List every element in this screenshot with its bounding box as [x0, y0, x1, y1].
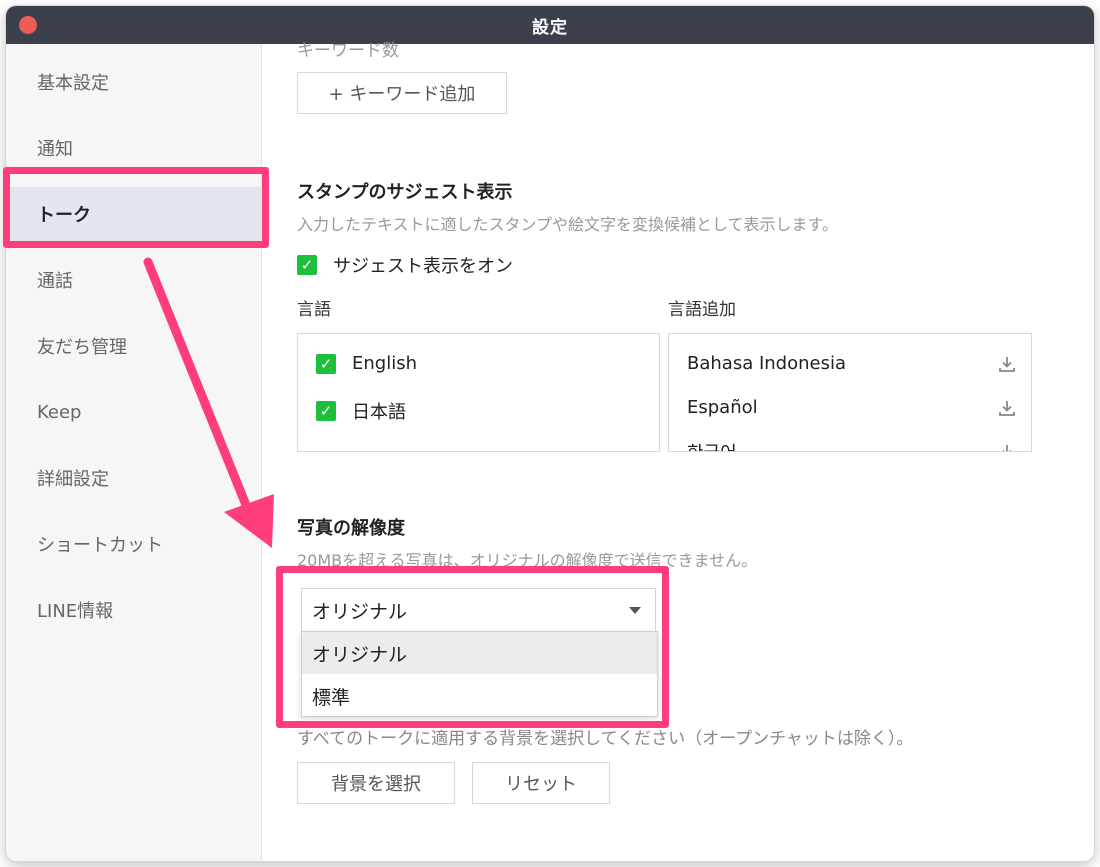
photo-resolution-title: 写真の解像度 — [297, 518, 405, 539]
sidebar-item-label: 友だち管理 — [37, 337, 127, 358]
language-item-english[interactable]: ✓ English — [316, 353, 417, 374]
download-icon[interactable] — [997, 442, 1017, 452]
language-name: 한국어 — [687, 439, 737, 451]
checkbox-checked-icon[interactable]: ✓ — [316, 401, 336, 421]
sidebar-item-basic[interactable]: 基本設定 — [6, 55, 262, 109]
language-list: ✓ English ✓ 日本語 — [297, 333, 660, 452]
sidebar-item-line-info[interactable]: LINE情報 — [6, 583, 262, 637]
reset-background-button[interactable]: リセット — [472, 762, 610, 804]
sidebar-item-shortcuts[interactable]: ショートカット — [6, 517, 262, 571]
sidebar-item-calls[interactable]: 通話 — [6, 253, 262, 307]
sidebar-item-keep[interactable]: Keep — [6, 385, 262, 439]
sidebar-item-label: 基本設定 — [37, 73, 109, 94]
download-icon[interactable] — [997, 398, 1017, 418]
language-name: 日本語 — [352, 402, 406, 423]
languages-label: 言語 — [297, 300, 331, 320]
language-name: Bahasa Indonesia — [687, 353, 846, 374]
title-bar: 設定 — [6, 6, 1094, 44]
highlight-box-resolution — [276, 566, 669, 728]
suggest-toggle[interactable]: ✓ サジェスト表示をオン — [297, 252, 513, 278]
sidebar-item-label: 通知 — [37, 139, 73, 160]
add-keyword-button[interactable]: + キーワード追加 — [297, 72, 507, 114]
keyword-count-text: キーワード数 — [297, 41, 399, 61]
available-language-item[interactable]: 한국어 — [687, 439, 1017, 452]
language-name: English — [352, 353, 417, 374]
download-icon[interactable] — [997, 354, 1017, 374]
sidebar-item-label: 詳細設定 — [37, 469, 109, 490]
sidebar-item-label: LINE情報 — [37, 601, 114, 622]
suggest-toggle-label: サジェスト表示をオン — [333, 256, 513, 277]
select-background-button[interactable]: 背景を選択 — [297, 762, 455, 804]
sticker-suggest-title: スタンプのサジェスト表示 — [297, 182, 513, 203]
highlight-box-talk — [3, 167, 269, 248]
available-language-item[interactable]: Español — [687, 397, 1017, 418]
available-language-item[interactable]: Bahasa Indonesia — [687, 353, 1017, 374]
window-title: 設定 — [532, 17, 568, 38]
close-button[interactable] — [19, 16, 37, 34]
sticker-suggest-description: 入力したテキストに適したスタンプや絵文字を変換候補として表示します。 — [297, 215, 838, 234]
sidebar-item-label: ショートカット — [37, 535, 163, 556]
available-language-list[interactable]: Bahasa Indonesia Español 한국어 — [668, 333, 1032, 452]
sidebar-item-friends[interactable]: 友だち管理 — [6, 319, 262, 373]
settings-window: 設定 基本設定 通知 トーク 通話 友だち管理 Keep 詳細設定 ショートカッ… — [6, 6, 1094, 861]
add-languages-label: 言語追加 — [668, 300, 736, 320]
sidebar-item-label: Keep — [37, 401, 82, 423]
talk-settings-pane[interactable]: キーワード数 + キーワード追加 スタンプのサジェスト表示 入力したテキストに適… — [263, 41, 1094, 861]
sidebar-item-advanced[interactable]: 詳細設定 — [6, 451, 262, 505]
language-item-japanese[interactable]: ✓ 日本語 — [316, 398, 406, 424]
checkbox-checked-icon[interactable]: ✓ — [297, 255, 317, 275]
language-name: Español — [687, 397, 758, 418]
checkbox-checked-icon[interactable]: ✓ — [316, 353, 336, 374]
sidebar-item-label: 通話 — [37, 271, 73, 292]
